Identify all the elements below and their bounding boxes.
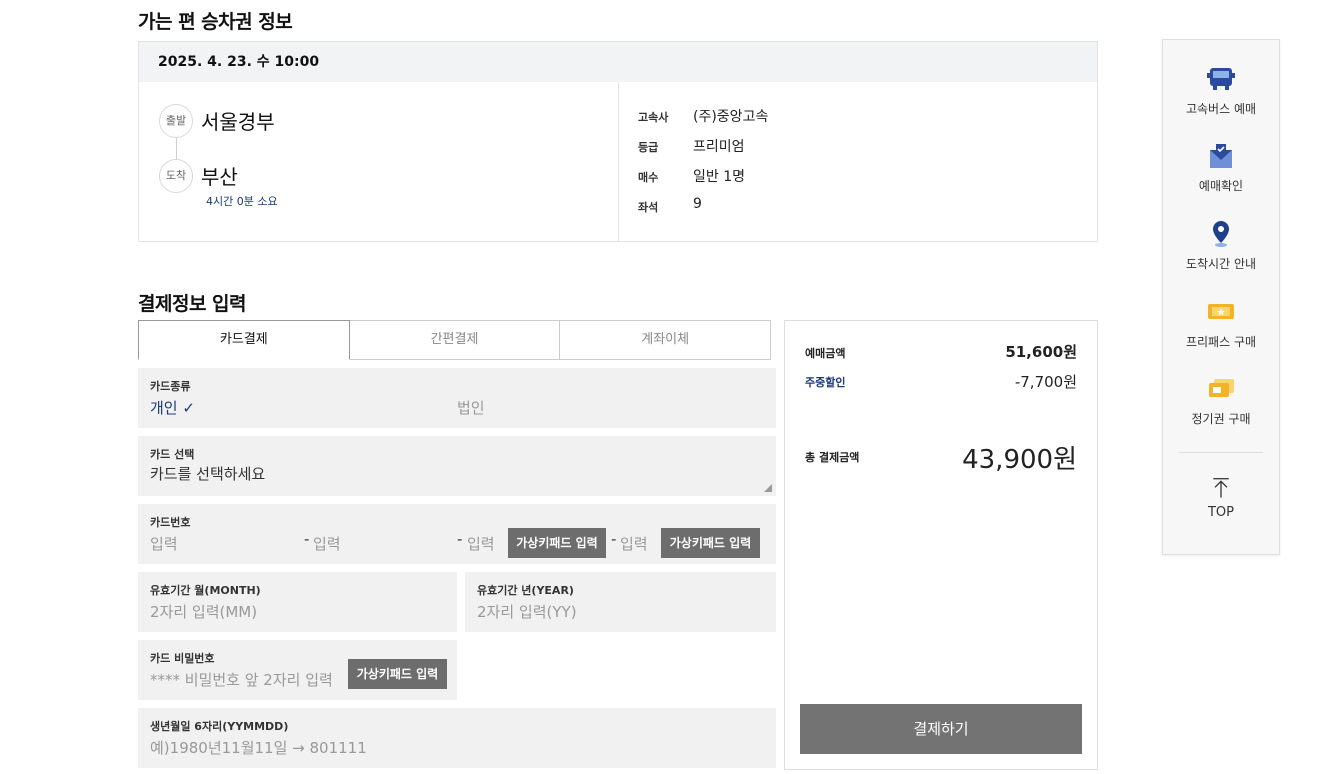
card-number-field: 카드번호 입력 - 입력 - 입력 가상키패드 입력 - 입력 가상키패드 입력	[138, 504, 776, 564]
route-panel: 출발 서울경부 도착 부산 4시간 0분 소요	[139, 82, 619, 242]
location-pin-icon	[1213, 221, 1229, 247]
card-type-field: 카드종류 개인 ✓ 법인	[138, 368, 776, 428]
card-number-dash: -	[457, 530, 463, 548]
tab-easy-payment[interactable]: 간편결제	[349, 320, 561, 360]
discount-label: 주중할인	[805, 376, 846, 389]
top-label: TOP	[1207, 505, 1234, 520]
info-label: 매수	[638, 171, 659, 184]
quick-menu-divider	[1179, 452, 1263, 453]
field-label: 유효기간 년(YEAR)	[477, 584, 574, 597]
tab-bank-transfer[interactable]: 계좌이체	[560, 320, 772, 360]
departure-datetime: 2025. 4. 23. 수 10:00	[139, 42, 1097, 82]
birthdate-input[interactable]: 예)1980년11월11일 → 801111	[150, 737, 367, 758]
trip-duration: 4시간 0분 소요	[206, 195, 278, 208]
expiry-year-field[interactable]: 유효기간 년(YEAR) 2자리 입력(YY)	[465, 572, 776, 632]
field-label: 생년월일 6자리(YYMMDD)	[150, 720, 289, 733]
ticket-pass-icon	[1209, 379, 1234, 397]
quick-item-freepass[interactable]: 프리패스 구매	[1163, 298, 1279, 350]
info-value: (주)중앙고속	[693, 109, 769, 125]
info-value: 프리미엄	[693, 139, 745, 155]
check-icon: ✓	[182, 399, 195, 417]
virtual-keypad-button-password[interactable]: 가상키패드 입력	[348, 659, 447, 689]
quick-item-arrival-time[interactable]: 도착시간 안내	[1163, 220, 1279, 272]
outbound-section-title: 가는 편 승차권 정보	[138, 11, 293, 33]
expiry-month-input[interactable]: 2자리 입력(MM)	[150, 601, 257, 622]
quick-item-label: 정기권 구매	[1191, 412, 1251, 426]
quick-item-label: 도착시간 안내	[1185, 257, 1257, 271]
payment-summary-panel: 예매금액 51,600원 주중할인 -7,700원 총 결제금액 43,900원…	[784, 320, 1098, 770]
card-number-input-4[interactable]: 입력	[620, 533, 648, 554]
field-label: 카드 선택	[150, 448, 195, 461]
quick-item-bus-booking[interactable]: 고속버스 예매	[1163, 65, 1279, 117]
expiry-month-field[interactable]: 유효기간 월(MONTH) 2자리 입력(MM)	[138, 572, 457, 632]
card-select-value: 카드를 선택하세요	[150, 465, 266, 483]
card-number-input-2[interactable]: 입력	[313, 533, 341, 554]
card-type-personal[interactable]: 개인 ✓	[150, 397, 195, 418]
depart-terminal: 서울경부	[201, 110, 275, 134]
personal-label: 개인	[150, 399, 178, 417]
amount-value: 51,600원	[1005, 343, 1077, 361]
arrow-up-icon	[1213, 478, 1229, 498]
field-label: 유효기간 월(MONTH)	[150, 584, 261, 597]
quick-menu: 고속버스 예매 예매확인 도착시간 안내 프리패스 구매 정기권 구매 TOP	[1162, 39, 1280, 555]
arrive-terminal: 부산	[201, 165, 238, 189]
discount-value: -7,700원	[1014, 373, 1077, 391]
card-number-input-1[interactable]: 입력	[150, 533, 178, 554]
tab-card-payment[interactable]: 카드결제	[138, 320, 350, 360]
quick-item-season-pass[interactable]: 정기권 구매	[1163, 375, 1279, 427]
info-label: 고속사	[638, 111, 669, 124]
dropdown-corner-icon	[764, 484, 772, 492]
total-value: 43,900원	[962, 445, 1077, 475]
birthdate-field: 생년월일 6자리(YYMMDD) 예)1980년11월11일 → 801111	[138, 708, 776, 768]
pay-button[interactable]: 결제하기	[800, 704, 1082, 754]
outbound-ticket-card: 2025. 4. 23. 수 10:00 출발 서울경부 도착 부산 4시간 0…	[138, 41, 1098, 242]
route-connector	[176, 138, 177, 160]
scroll-top-button[interactable]: TOP	[1163, 477, 1279, 520]
quick-item-label: 고속버스 예매	[1185, 102, 1257, 116]
payment-section-title: 결제정보 입력	[138, 293, 247, 315]
card-number-input-3[interactable]: 입력	[467, 533, 495, 554]
payment-method-tabs: 카드결제 간편결제 계좌이체	[138, 320, 772, 360]
field-label: 카드번호	[150, 516, 191, 529]
virtual-keypad-button-3[interactable]: 가상키패드 입력	[508, 528, 606, 558]
field-label: 카드 비밀번호	[150, 652, 215, 665]
card-password-input[interactable]: **** 비밀번호 앞 2자리 입력	[150, 669, 333, 690]
info-value: 9	[693, 196, 702, 212]
arrive-badge: 도착	[159, 159, 193, 193]
card-select-field[interactable]: 카드 선택 카드를 선택하세요	[138, 436, 776, 496]
card-type-corporate[interactable]: 법인	[457, 397, 485, 418]
quick-item-label: 예매확인	[1198, 179, 1244, 193]
info-label: 좌석	[638, 201, 659, 214]
envelope-check-icon	[1210, 144, 1232, 168]
card-password-field: 카드 비밀번호 **** 비밀번호 앞 2자리 입력 가상키패드 입력	[138, 640, 457, 700]
field-label: 카드종류	[150, 380, 191, 393]
card-number-dash: -	[611, 530, 617, 548]
total-label: 총 결제금액	[805, 451, 860, 464]
virtual-keypad-button-4[interactable]: 가상키패드 입력	[661, 528, 760, 558]
amount-label: 예매금액	[805, 347, 846, 360]
depart-badge: 출발	[159, 104, 193, 138]
bus-icon	[1207, 68, 1235, 90]
card-number-dash: -	[304, 530, 310, 548]
expiry-year-input[interactable]: 2자리 입력(YY)	[477, 601, 577, 622]
ticket-star-icon	[1208, 304, 1234, 319]
info-value: 일반 1명	[693, 169, 745, 185]
quick-item-label: 프리패스 구매	[1185, 335, 1257, 349]
info-label: 등급	[638, 141, 659, 154]
quick-item-reservation-check[interactable]: 예매확인	[1163, 142, 1279, 194]
